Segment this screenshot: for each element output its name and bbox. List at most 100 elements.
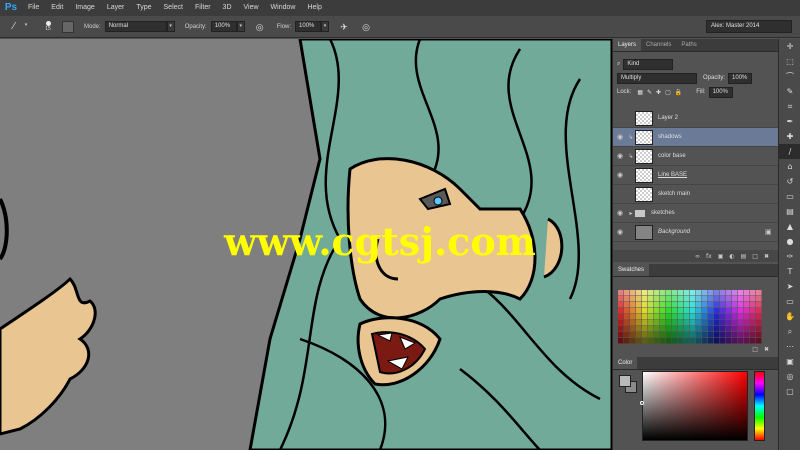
menu-filter[interactable]: Filter [189,0,217,16]
swatch-cell[interactable] [726,338,732,344]
opacity-input[interactable]: 100% [210,21,237,32]
chevron-down-icon[interactable]: ▾ [166,21,175,32]
new-swatch-icon[interactable]: □ [752,346,758,356]
swatch-cell[interactable] [750,314,756,320]
swatch-cell[interactable] [684,308,690,314]
swatch-cell[interactable] [630,332,636,338]
swatch-cell[interactable] [642,296,648,302]
pressure-opacity-icon[interactable]: ◎ [253,20,267,34]
swatch-cell[interactable] [744,338,750,344]
swatch-cell[interactable] [666,332,672,338]
swatch-cell[interactable] [642,320,648,326]
swatch-cell[interactable] [702,308,708,314]
chevron-down-icon[interactable]: ▾ [236,21,245,32]
swatch-cell[interactable] [702,332,708,338]
swatch-cell[interactable] [726,332,732,338]
chevron-down-icon[interactable]: ▾ [22,21,30,32]
eye-icon[interactable]: ◉ [613,171,627,179]
swatch-cell[interactable] [642,302,648,308]
swatch-cell[interactable] [654,290,660,296]
swatch-cell[interactable] [672,314,678,320]
swatch-cell[interactable] [702,338,708,344]
lock-icons[interactable]: ▦✎✚▢🔒 [637,89,686,96]
layer-filter-select[interactable]: Kind [623,58,674,70]
blend-mode-select[interactable]: Multiply [617,72,697,84]
swatch-cell[interactable] [666,326,672,332]
swatch-cell[interactable] [684,320,690,326]
swatch-cell[interactable] [618,296,624,302]
adjustment-icon[interactable]: ◐ [729,253,734,260]
swatch-cell[interactable] [702,314,708,320]
healing-tool-icon[interactable]: ✚ [779,129,800,144]
swatch-cell[interactable] [624,314,630,320]
swatch-cell[interactable] [696,314,702,320]
chevron-down-icon[interactable]: ▾ [321,21,330,32]
marquee-tool-icon[interactable]: ⬚ [779,54,800,69]
swatch-cell[interactable] [654,308,660,314]
swatch-cell[interactable] [750,296,756,302]
swatch-cell[interactable] [726,296,732,302]
swatch-cell[interactable] [654,302,660,308]
tab-swatches[interactable]: Swatches [613,264,650,276]
swatch-cell[interactable] [744,314,750,320]
swatch-cell[interactable] [738,302,744,308]
swatch-cell[interactable] [636,338,642,344]
layer-opacity-input[interactable]: 100% [728,72,753,84]
swatch-cell[interactable] [708,314,714,320]
swatch-cell[interactable] [690,338,696,344]
swatch-cell[interactable] [678,308,684,314]
swatch-cell[interactable] [696,326,702,332]
swatch-cell[interactable] [666,308,672,314]
trash-icon[interactable]: ✖ [764,253,769,260]
swatch-cell[interactable] [690,320,696,326]
swatch-cell[interactable] [744,308,750,314]
swatch-cell[interactable] [654,314,660,320]
document-canvas[interactable]: www.cgtsj.com [0,39,612,450]
swatch-cell[interactable] [720,338,726,344]
swatch-cell[interactable] [654,320,660,326]
swatch-cell[interactable] [666,290,672,296]
swatch-cell[interactable] [690,296,696,302]
swatch-cell[interactable] [672,308,678,314]
quick-mask-icon[interactable]: ◎ [779,369,800,384]
swatch-cell[interactable] [720,326,726,332]
swatch-cell[interactable] [648,326,654,332]
swatch-cell[interactable] [750,308,756,314]
fg-bg-color-icon[interactable]: ▣ [779,354,800,369]
swatch-cell[interactable] [744,326,750,332]
swatch-cell[interactable] [720,308,726,314]
flow-input[interactable]: 100% [295,21,322,32]
swatch-cell[interactable] [636,302,642,308]
swatch-cell[interactable] [660,290,666,296]
swatch-cell[interactable] [756,290,762,296]
swatch-cell[interactable] [636,332,642,338]
stamp-tool-icon[interactable]: ⌂ [779,159,800,174]
swatch-cell[interactable] [732,326,738,332]
menu-type[interactable]: Type [130,0,157,16]
swatch-cell[interactable] [696,290,702,296]
swatch-cell[interactable] [618,338,624,344]
swatch-cell[interactable] [684,290,690,296]
swatch-cell[interactable] [696,296,702,302]
swatch-cell[interactable] [636,290,642,296]
swatch-cell[interactable] [726,290,732,296]
swatch-cell[interactable] [660,332,666,338]
menu-3d[interactable]: 3D [217,0,238,16]
swatch-cell[interactable] [624,290,630,296]
layer-fill-input[interactable]: 100% [708,86,733,98]
layer-row[interactable]: ◉ Line BASE [613,166,779,185]
color-picker-marker[interactable] [640,401,644,405]
pen-tool-icon[interactable]: ✑ [779,249,800,264]
swatch-cell[interactable] [618,320,624,326]
swatch-cell[interactable] [678,326,684,332]
brush-tool-preset-icon[interactable]: ∕ [6,19,22,35]
swatch-cell[interactable] [636,326,642,332]
swatch-cell[interactable] [756,302,762,308]
swatch-cell[interactable] [672,332,678,338]
swatch-cell[interactable] [660,308,666,314]
swatch-cell[interactable] [660,326,666,332]
swatch-cell[interactable] [738,308,744,314]
swatch-grid[interactable] [618,290,766,348]
swatch-cell[interactable] [708,338,714,344]
menu-edit[interactable]: Edit [45,0,69,16]
